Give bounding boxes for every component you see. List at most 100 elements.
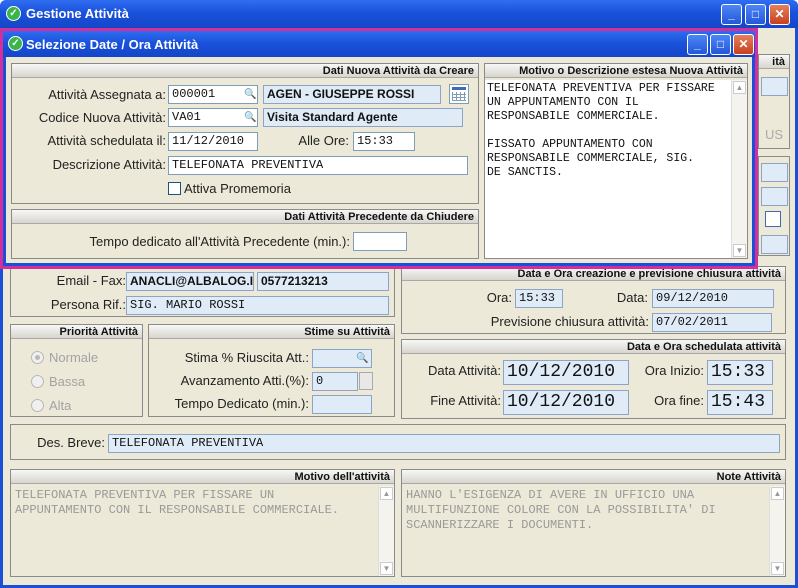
dialog-minimize-button[interactable]: _ (687, 34, 708, 55)
hidden-panel-mid (758, 156, 790, 256)
dialog-check-icon: ✓ (8, 36, 23, 51)
avanzamento-field[interactable]: 0 (312, 372, 358, 391)
schedulata-header: Data e Ora schedulata attività (402, 340, 785, 354)
schedulata-panel: Data e Ora schedulata attività Data Atti… (401, 339, 786, 419)
radio-bassa[interactable] (31, 375, 44, 388)
des-breve-label: Des. Breve: (37, 435, 105, 450)
radio-normale[interactable] (31, 351, 44, 364)
note-scrollbar[interactable]: ▲ ▼ (769, 486, 785, 576)
search-icon[interactable]: 🔍 (356, 352, 369, 365)
nuova-panel: Dati Nuova Attività da Creare Attività A… (11, 63, 479, 204)
close-button[interactable]: ✕ (769, 4, 790, 25)
tempo-field[interactable] (312, 395, 372, 414)
dialog-client: Dati Nuova Attività da Creare Attività A… (6, 57, 752, 263)
descrizione-label: Descrizione Attività: (52, 157, 166, 172)
note-header: Note Attività (402, 470, 785, 484)
alle-ore-field[interactable]: 15:33 (353, 132, 415, 151)
search-icon[interactable]: 🔍 (244, 88, 257, 101)
hidden-field-3[interactable] (761, 187, 788, 206)
promemoria-label: Attiva Promemoria (184, 181, 291, 196)
riuscita-field[interactable]: 🔍 (312, 349, 372, 368)
ora-fine-label: Ora fine: (654, 393, 704, 408)
previsione-field[interactable]: 07/02/2011 (652, 313, 772, 332)
schedulata-label: Attività schedulata il: (47, 133, 166, 148)
minimize-button[interactable]: _ (721, 4, 742, 25)
hidden-text: US (765, 127, 784, 142)
schedulata-field[interactable]: 11/12/2010 (168, 132, 258, 151)
fax-field[interactable]: 0577213213 (257, 272, 389, 291)
ora-field[interactable]: 15:33 (515, 289, 563, 308)
dialog-title: Selezione Date / Ora Attività (26, 37, 199, 52)
note-panel: Note Attività HANNO L'ESIGENZA DI AVERE … (401, 469, 786, 577)
motivo-esteso-textarea[interactable]: TELEFONATA PREVENTIVA PER FISSARE UN APP… (485, 80, 747, 258)
dialog-close-button[interactable]: ✕ (733, 34, 754, 55)
radio-alta[interactable] (31, 399, 44, 412)
tempo-precedente-label: Tempo dedicato all'Attività Precedente (… (89, 234, 350, 249)
motivo-esteso-scrollbar[interactable]: ▲ ▼ (731, 80, 747, 258)
assegnata-label: Attività Assegnata a: (48, 87, 166, 102)
dialog-maximize-button[interactable]: □ (710, 34, 731, 55)
scroll-up-arrow[interactable]: ▲ (771, 487, 784, 500)
codice-name-field[interactable]: Visita Standard Agente (263, 108, 463, 127)
fine-attivita-field[interactable]: 10/12/2010 (503, 390, 629, 415)
ora-label: Ora: (486, 290, 512, 305)
scroll-down-arrow[interactable]: ▼ (771, 562, 784, 575)
data-attivita-field[interactable]: 10/12/2010 (503, 360, 629, 385)
persona-label: Persona Rif.: (50, 297, 126, 312)
persona-field[interactable]: SIG. MARIO ROSSI (126, 296, 389, 315)
note-textarea[interactable]: HANNO L'ESIGENZA DI AVERE IN UFFICIO UNA… (402, 486, 785, 576)
ora-inizio-label: Ora Inizio: (644, 363, 704, 378)
scroll-up-arrow[interactable]: ▲ (380, 487, 393, 500)
radio-bassa-label: Bassa (49, 374, 86, 389)
motivo-panel: Motivo dell'attività TELEFONATA PREVENTI… (10, 469, 395, 577)
motivo-esteso-header: Motivo o Descrizione estesa Nuova Attivi… (485, 64, 747, 78)
motivo-textarea[interactable]: TELEFONATA PREVENTIVA PER FISSARE UN APP… (11, 486, 394, 576)
main-title: Gestione Attività (26, 6, 129, 21)
data-label: Data: (616, 290, 648, 305)
creazione-panel: Data e Ora creazione e previsione chiusu… (401, 266, 786, 334)
calendar-icon[interactable] (449, 84, 469, 104)
ora-fine-field[interactable]: 15:43 (707, 390, 773, 415)
email-label: Email - Fax: (56, 273, 126, 288)
hidden-field[interactable] (761, 77, 788, 96)
creazione-header: Data e Ora creazione e previsione chiusu… (402, 267, 785, 281)
stime-panel: Stime su Attività Stima % Riuscita Att.:… (148, 324, 395, 417)
descrizione-field[interactable]: TELEFONATA PREVENTIVA (168, 156, 468, 175)
motivo-scrollbar[interactable]: ▲ ▼ (378, 486, 394, 576)
data-field[interactable]: 09/12/2010 (652, 289, 774, 308)
dialog-titlebar[interactable]: ✓ Selezione Date / Ora Attività _ □ ✕ (3, 31, 755, 57)
des-breve-field[interactable]: TELEFONATA PREVENTIVA (108, 434, 780, 453)
calendar-icon[interactable] (765, 211, 781, 227)
promemoria-checkbox[interactable] (168, 182, 181, 195)
hidden-panel-header: ità (759, 55, 789, 69)
previsione-label: Previsione chiusura attività: (490, 314, 649, 329)
priorita-header: Priorità Attività (11, 325, 142, 339)
scroll-down-arrow[interactable]: ▼ (380, 562, 393, 575)
scroll-down-arrow[interactable]: ▼ (733, 244, 746, 257)
hidden-field-4[interactable] (761, 235, 788, 254)
des-breve-panel: Des. Breve: TELEFONATA PREVENTIVA (10, 424, 786, 460)
scroll-up-arrow[interactable]: ▲ (733, 81, 746, 94)
avanzamento-spinner[interactable] (359, 372, 373, 390)
main-titlebar[interactable]: ✓ Gestione Attività _ □ ✕ (0, 0, 798, 28)
email-field[interactable]: ANACLI@ALBALOG.IT (126, 272, 254, 291)
radio-normale-label: Normale (49, 350, 99, 365)
tempo-label: Tempo Dedicato (min.): (174, 396, 309, 411)
precedente-panel: Dati Attività Precedente da Chiudere Tem… (11, 209, 479, 259)
nuova-header: Dati Nuova Attività da Creare (12, 64, 478, 78)
stime-header: Stime su Attività (149, 325, 394, 339)
hidden-field-2[interactable] (761, 163, 788, 182)
assegnata-name-field[interactable]: AGEN - GIUSEPPE ROSSI (263, 85, 441, 104)
tempo-precedente-field[interactable] (353, 232, 407, 251)
search-icon[interactable]: 🔍 (244, 111, 257, 124)
alle-ore-label: Alle Ore: (298, 133, 349, 148)
maximize-button[interactable]: □ (745, 4, 766, 25)
ora-inizio-field[interactable]: 15:33 (707, 360, 773, 385)
contact-panel: Email - Fax: ANACLI@ALBALOG.IT 057721321… (10, 266, 395, 317)
riuscita-label: Stima % Riuscita Att.: (184, 350, 309, 365)
hidden-panel-top: ità US (758, 54, 790, 149)
fine-attivita-label: Fine Attività: (430, 393, 501, 408)
priorita-panel: Priorità Attività Normale Bassa Alta (10, 324, 143, 417)
precedente-header: Dati Attività Precedente da Chiudere (12, 210, 478, 224)
motivo-esteso-panel: Motivo o Descrizione estesa Nuova Attivi… (484, 63, 748, 259)
